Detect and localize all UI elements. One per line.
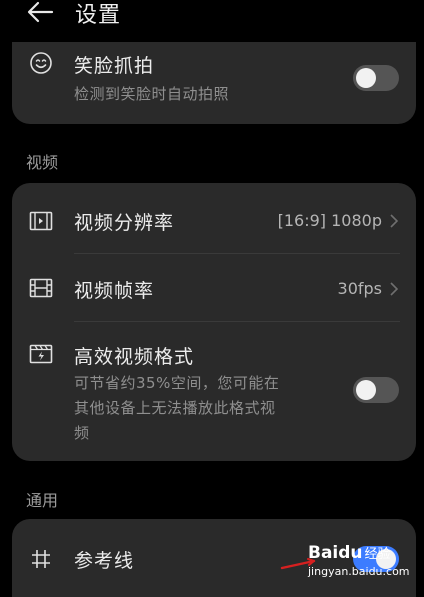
video-resolution-value: [16:9] 1080p <box>277 211 382 230</box>
smile-face-icon <box>30 52 52 74</box>
top-bar: 设置 <box>0 0 424 36</box>
page-title: 设置 <box>75 3 122 28</box>
efficient-format-subtitle-line: 可节省约35%空间，您可能在 <box>74 374 280 392</box>
watermark-brand-suffix: 经验 <box>364 547 391 562</box>
chevron-right-icon <box>390 214 399 228</box>
baidu-watermark: Baidu 经验 jingyan.baidu.com <box>280 541 422 597</box>
efficient-format-subtitle-line: 其他设备上无法播放此格式视 <box>74 399 276 417</box>
video-frame-rate-value: 30fps <box>337 279 382 298</box>
arrow-left-icon[interactable] <box>26 0 54 24</box>
grid-lines-title: 参考线 <box>74 550 135 572</box>
video-resolution-icon <box>29 211 53 231</box>
efficient-format-subtitle-line: 频 <box>74 424 90 442</box>
section-label-general: 通用 <box>26 491 59 510</box>
efficient-format-icon <box>29 344 53 364</box>
camera-settings-card: 笑脸抓拍 检测到笑脸时自动拍照 <box>12 42 416 124</box>
efficient-format-title: 高效视频格式 <box>74 346 195 368</box>
watermark-logo: Baidu 经验 <box>308 543 391 563</box>
efficient-format-subtitle: 可节省约35%空间，您可能在 其他设备上无法播放此格式视 频 <box>74 371 279 446</box>
efficient-format-toggle[interactable] <box>353 377 399 403</box>
video-resolution-title: 视频分辨率 <box>74 212 175 234</box>
smile-capture-subtitle: 检测到笑脸时自动拍照 <box>74 85 230 103</box>
smile-capture-row[interactable]: 笑脸抓拍 检测到笑脸时自动拍照 <box>12 42 416 124</box>
watermark-brand: Baidu <box>308 543 363 563</box>
video-frame-rate-title: 视频帧率 <box>74 280 155 302</box>
watermark-url: jingyan.baidu.com <box>308 565 410 578</box>
section-label-video: 视频 <box>26 153 59 172</box>
toggle-knob <box>356 68 376 88</box>
smile-capture-title: 笑脸抓拍 <box>74 55 155 77</box>
film-strip-icon <box>29 278 53 298</box>
video-settings-card: 视频分辨率 [16:9] 1080p 视频帧率 30fps 高效视频格式 可节省… <box>12 183 416 461</box>
efficient-format-row[interactable]: 高效视频格式 可节省约35%空间，您可能在 其他设备上无法播放此格式视 频 <box>12 322 416 461</box>
chevron-right-icon <box>390 282 399 296</box>
toggle-knob <box>356 380 376 400</box>
hash-grid-icon <box>32 550 50 568</box>
video-frame-rate-row[interactable]: 视频帧率 30fps <box>12 254 416 321</box>
video-resolution-row[interactable]: 视频分辨率 [16:9] 1080p <box>12 183 416 253</box>
smile-capture-toggle[interactable] <box>353 65 399 91</box>
